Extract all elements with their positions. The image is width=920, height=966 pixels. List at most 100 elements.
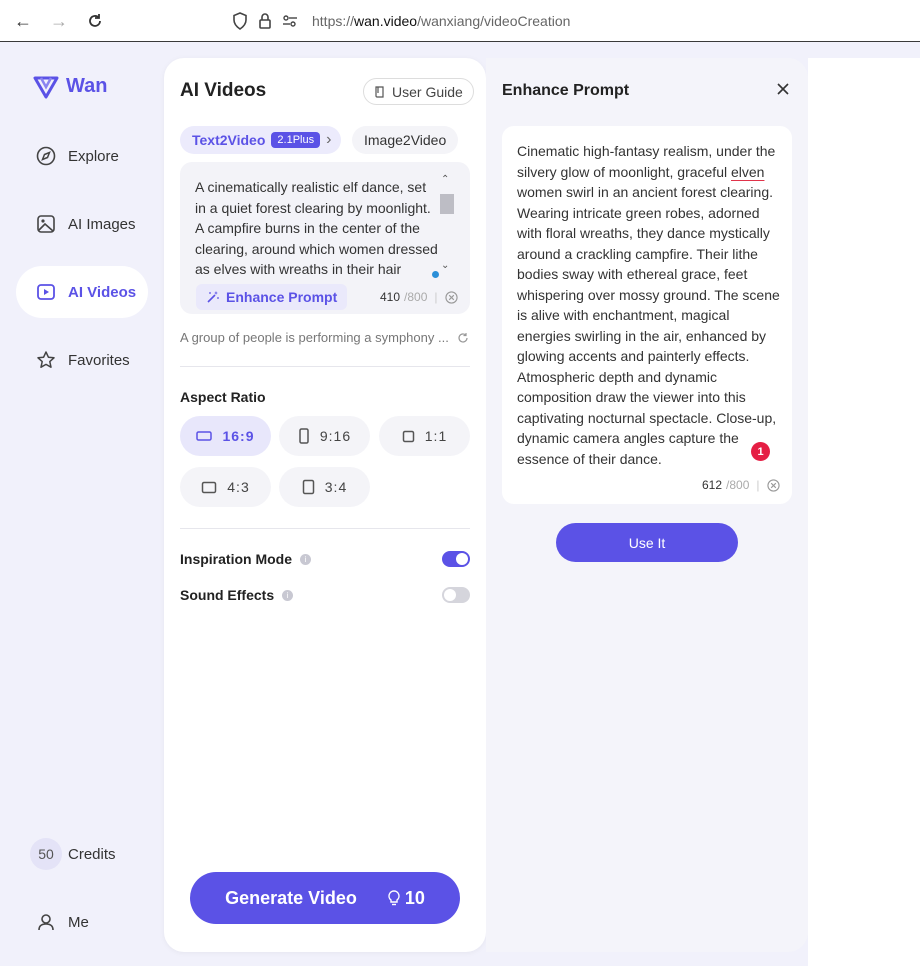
sound-effects-toggle[interactable] — [442, 587, 470, 603]
tab-text2video[interactable]: Text2Video 2.1Plus › — [180, 126, 342, 154]
sidebar-item-label: Explore — [68, 147, 119, 165]
scroll-up-icon[interactable]: ⌃ — [441, 174, 449, 185]
sidebar-item-explore[interactable]: Explore — [16, 130, 148, 182]
sidebar-item-ai-videos[interactable]: AI Videos — [16, 266, 148, 318]
scroll-thumb[interactable] — [440, 194, 454, 214]
ratio-label: 16:9 — [222, 428, 255, 444]
divider: | — [434, 290, 438, 304]
landscape-icon — [196, 431, 213, 441]
toggle-knob — [444, 589, 456, 601]
lock-icon — [259, 13, 271, 29]
ratio-9-16-button[interactable]: 9:16 — [279, 416, 370, 456]
back-icon[interactable]: ← — [12, 10, 34, 32]
issue-count-badge[interactable]: 1 — [751, 442, 770, 461]
wan-logo-icon — [33, 76, 59, 99]
use-it-button[interactable]: Use It — [556, 523, 738, 562]
portrait-icon — [302, 479, 315, 495]
enhance-prompt-label: Enhance Prompt — [226, 289, 338, 305]
char-count-max: /800 — [404, 290, 428, 304]
url-prefix: https:// — [312, 13, 355, 29]
permissions-icon — [283, 15, 297, 27]
shield-icon — [233, 12, 247, 30]
chevron-right-icon: › — [326, 131, 332, 148]
tab-label: Text2Video — [192, 132, 266, 148]
sidebar: Wan Explore AI Images AI Videos Favorite… — [0, 42, 164, 966]
image-icon — [37, 215, 55, 233]
info-icon[interactable]: i — [300, 553, 311, 565]
char-count-value: 612 — [702, 478, 723, 492]
section-divider — [180, 528, 470, 529]
inspiration-mode-label: Inspiration Mode — [180, 551, 292, 567]
suggestion-text: A group of people is performing a sympho… — [180, 330, 449, 345]
scroll-down-icon[interactable]: ⌄ — [441, 260, 449, 271]
char-count-max: /800 — [726, 478, 750, 492]
address-bar[interactable]: https://wan.video/wanxiang/videoCreation — [232, 8, 570, 34]
reload-icon[interactable] — [84, 10, 106, 32]
enhance-prompt-button[interactable]: Enhance Prompt — [196, 284, 348, 310]
magic-wand-icon — [207, 291, 219, 303]
prompt-input[interactable]: A cinematically realistic elf dance, set… — [195, 177, 440, 277]
enhanced-prompt-text[interactable]: Cinematic high-fantasy realism, under th… — [517, 141, 785, 469]
close-icon[interactable] — [774, 80, 792, 98]
preview-area — [808, 58, 920, 966]
forward-icon[interactable]: → — [48, 10, 70, 32]
enhance-prompt-panel: Enhance Prompt Cinematic high-fantasy re… — [486, 58, 808, 952]
aspect-ratio-label: Aspect Ratio — [180, 389, 266, 405]
tab-image2video[interactable]: Image2Video — [352, 126, 459, 154]
user-guide-label: User Guide — [392, 83, 463, 100]
generate-video-button[interactable]: Generate Video 10 — [190, 872, 460, 924]
inspiration-mode-row: Inspiration Mode i — [180, 551, 470, 567]
page-title: AI Videos — [180, 80, 267, 101]
ratio-1-1-button[interactable]: 1:1 — [379, 416, 470, 456]
sidebar-item-favorites[interactable]: Favorites — [16, 334, 148, 386]
url-text[interactable]: https://wan.video/wanxiang/videoCreation — [312, 13, 570, 29]
enhance-panel-title: Enhance Prompt — [502, 82, 630, 99]
enhanced-prompt-box: Cinematic high-fantasy realism, under th… — [502, 126, 792, 504]
clear-icon[interactable] — [766, 478, 780, 492]
user-icon — [38, 914, 54, 931]
square-icon — [402, 430, 415, 442]
spellcheck-flagged-word[interactable]: elven — [731, 164, 764, 180]
sound-effects-row: Sound Effects i — [180, 587, 470, 603]
char-count-value: 410 — [380, 290, 401, 304]
prompt-box: A cinematically realistic elf dance, set… — [180, 162, 470, 314]
divider: | — [756, 478, 760, 492]
compass-icon — [36, 146, 56, 166]
ratio-16-9-button[interactable]: 16:9 — [180, 416, 271, 456]
refresh-icon[interactable] — [457, 332, 469, 344]
bulb-icon — [388, 890, 400, 906]
generate-cost-value: 10 — [404, 887, 425, 908]
book-icon — [375, 85, 384, 98]
star-icon — [37, 351, 55, 368]
cursor-dot — [432, 271, 439, 278]
ratio-label: 3:4 — [324, 479, 348, 495]
sidebar-item-label: AI Images — [68, 215, 136, 233]
prompt-suggestion[interactable]: A group of people is performing a sympho… — [180, 330, 469, 345]
me-label: Me — [68, 913, 89, 931]
ratio-label: 1:1 — [424, 428, 448, 444]
ratio-4-3-button[interactable]: 4:3 — [180, 467, 271, 507]
generate-cost: 10 — [387, 888, 425, 909]
credits-value: 50 — [30, 838, 62, 870]
inspiration-mode-toggle[interactable] — [442, 551, 470, 567]
sound-effects-label: Sound Effects — [180, 587, 275, 603]
section-divider — [180, 366, 470, 367]
info-icon[interactable]: i — [282, 589, 294, 601]
credits[interactable]: 50 Credits — [16, 828, 148, 880]
toggle-knob — [456, 553, 468, 565]
sidebar-item-me[interactable]: Me — [16, 896, 148, 948]
ratio-3-4-button[interactable]: 3:4 — [279, 467, 370, 507]
model-badge: 2.1Plus — [271, 132, 321, 148]
prompt-scrollbar[interactable]: ⌃ ⌄ — [438, 174, 454, 276]
clear-icon[interactable] — [444, 290, 458, 304]
enhanced-char-counter: 612/800 | — [702, 478, 780, 492]
url-path: /wanxiang/videoCreation — [417, 13, 571, 29]
user-guide-button[interactable]: User Guide — [363, 78, 474, 105]
ratio-label: 4:3 — [227, 479, 250, 495]
generate-label: Generate Video — [225, 887, 357, 908]
video-icon — [37, 284, 55, 300]
sidebar-item-label: Favorites — [68, 351, 130, 369]
logo[interactable]: Wan — [32, 72, 107, 100]
sidebar-item-ai-images[interactable]: AI Images — [16, 198, 148, 250]
tab-label: Image2Video — [364, 132, 447, 148]
